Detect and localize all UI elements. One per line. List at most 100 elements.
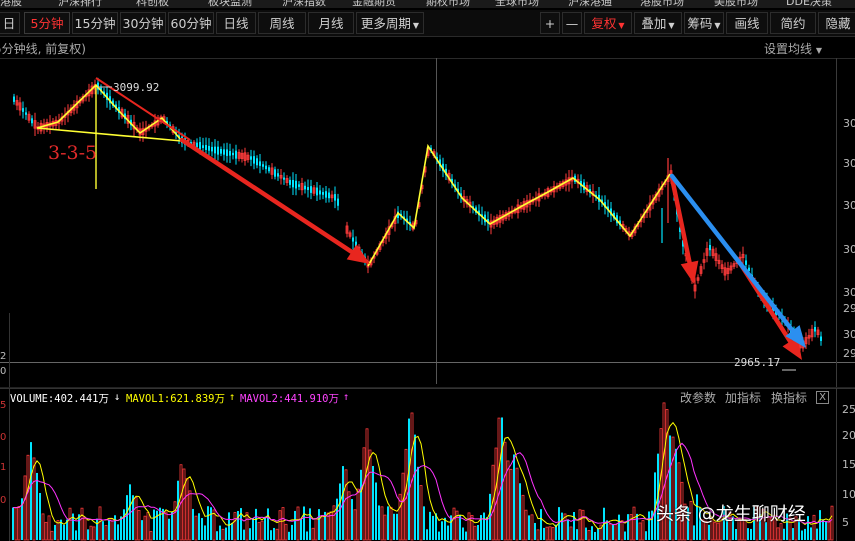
menu-item[interactable]: 期权市场	[426, 0, 470, 8]
chevron-down-icon: ▼	[618, 21, 625, 30]
period-15min[interactable]: 15分钟	[72, 12, 118, 34]
volume-bar	[237, 510, 239, 540]
menu-item[interactable]: DDE决策	[786, 0, 832, 8]
menu-item[interactable]: 板块监测	[208, 0, 252, 8]
volume-bar	[351, 499, 353, 540]
volume-bar	[252, 518, 254, 540]
volume-bar	[530, 514, 534, 541]
simple-mode-button[interactable]: 简约	[770, 12, 816, 34]
volume-bar	[156, 510, 158, 540]
hide-button[interactable]: 隐藏	[818, 12, 855, 34]
period-weekly[interactable]: 周线	[258, 12, 306, 34]
volume-bar	[326, 512, 330, 541]
volume-bar	[300, 519, 302, 540]
menu-item[interactable]: 沪深港通	[568, 0, 612, 8]
y-axis-tick-label: 30	[843, 199, 855, 212]
menu-item[interactable]: 科创板	[136, 0, 169, 8]
pattern-label: 3-3-5	[48, 142, 97, 164]
volume-bar	[89, 525, 93, 541]
period-monthly[interactable]: 月线	[308, 12, 354, 34]
fuquan-dropdown[interactable]: 复权 ▼	[584, 12, 632, 34]
volume-bar	[339, 483, 341, 540]
menu-item[interactable]: 港股市场	[640, 0, 684, 8]
menu-item[interactable]: 全球市场	[495, 0, 539, 8]
volume-bar	[44, 521, 48, 541]
period-30min[interactable]: 30分钟	[120, 12, 166, 34]
period-daily[interactable]: 日线	[216, 12, 256, 34]
left-axis-tick-label: 2	[0, 351, 6, 362]
draw-line-button[interactable]: 画线	[726, 12, 768, 34]
volume-bar	[273, 527, 275, 540]
y-axis-tick-label: 29	[843, 302, 855, 315]
volume-bar	[587, 529, 591, 541]
candle-body	[304, 185, 306, 190]
y-axis-tick-label: 30	[843, 243, 855, 256]
volume-bar	[675, 448, 677, 540]
volume-bar	[96, 518, 98, 540]
period-toolbar: 日 5分钟 15分钟 30分钟 60分钟 日线 周线 月线 更多周期 ▼ + — …	[0, 10, 855, 37]
volume-bar	[243, 529, 245, 540]
period-60min[interactable]: 60分钟	[168, 12, 214, 34]
volume-bar	[819, 510, 821, 540]
volume-bar	[812, 514, 816, 541]
trend-arrow-red-head	[346, 244, 370, 264]
y-axis-tick-label: 30	[843, 117, 855, 130]
volume-bar	[483, 512, 485, 540]
volume-bar	[117, 524, 119, 540]
candle-body	[316, 187, 318, 196]
volume-bar	[396, 513, 398, 540]
candle-body	[235, 150, 237, 159]
period-day-partial[interactable]: 日	[0, 12, 20, 34]
volume-bar	[318, 509, 320, 540]
volume-bar	[255, 508, 257, 540]
volume-bar	[17, 506, 21, 541]
period-5min[interactable]: 5分钟	[24, 12, 70, 34]
volume-bar	[419, 485, 423, 541]
volume-bar	[501, 417, 503, 540]
menu-item[interactable]: 美股市场	[714, 0, 758, 8]
volume-bar	[513, 454, 515, 540]
candle-body	[319, 190, 321, 195]
volume-bar	[417, 466, 419, 540]
zoom-out-button[interactable]: —	[562, 12, 582, 34]
high-price-label: 3099.92	[113, 81, 159, 94]
volume-bar	[260, 520, 264, 541]
zoom-in-button[interactable]: +	[540, 12, 560, 34]
set-ma-button[interactable]: 设置均线 ▼	[764, 40, 822, 57]
candle-body	[22, 108, 24, 112]
volume-bar	[245, 512, 249, 541]
left-axis-tick-label: 0	[0, 366, 6, 377]
volume-bar	[171, 511, 173, 540]
volume-bar	[30, 442, 32, 540]
volume-bar	[141, 520, 143, 540]
candlestick-chart[interactable]: 3099.92 2965.17 3-3-5 30 30 30 30 30 30 29 29 2 0	[0, 58, 855, 388]
volume-bar	[47, 515, 51, 541]
volume-bar	[225, 527, 227, 540]
chips-dropdown[interactable]: 筹码 ▼	[684, 12, 724, 34]
overlay-dropdown[interactable]: 叠加 ▼	[634, 12, 682, 34]
volume-bar	[387, 506, 389, 540]
volume-bar	[408, 418, 410, 540]
volume-bar	[275, 528, 279, 541]
volume-bar	[620, 520, 624, 541]
menu-item[interactable]: 港股	[0, 0, 22, 8]
chevron-down-icon: ▼	[668, 21, 675, 30]
draw-line-label: 画线	[734, 16, 760, 31]
candle-body	[226, 149, 228, 156]
candle-body	[202, 145, 204, 148]
volume-bar	[98, 506, 102, 541]
volume-bar	[822, 519, 824, 540]
menu-item[interactable]: 沪深指数	[282, 0, 326, 8]
candle-body	[31, 118, 33, 124]
volume-bar	[576, 529, 578, 540]
menu-item[interactable]: 沪深排行	[58, 0, 102, 8]
volume-bar	[551, 526, 555, 541]
volume-bar	[50, 530, 54, 541]
period-more[interactable]: 更多周期 ▼	[356, 12, 424, 34]
volume-bar	[201, 518, 203, 540]
volume-bar	[783, 528, 785, 540]
volume-bar	[108, 519, 110, 540]
volume-bar	[632, 506, 636, 541]
volume-bar	[747, 528, 749, 540]
menu-item[interactable]: 金融期货	[352, 0, 396, 8]
